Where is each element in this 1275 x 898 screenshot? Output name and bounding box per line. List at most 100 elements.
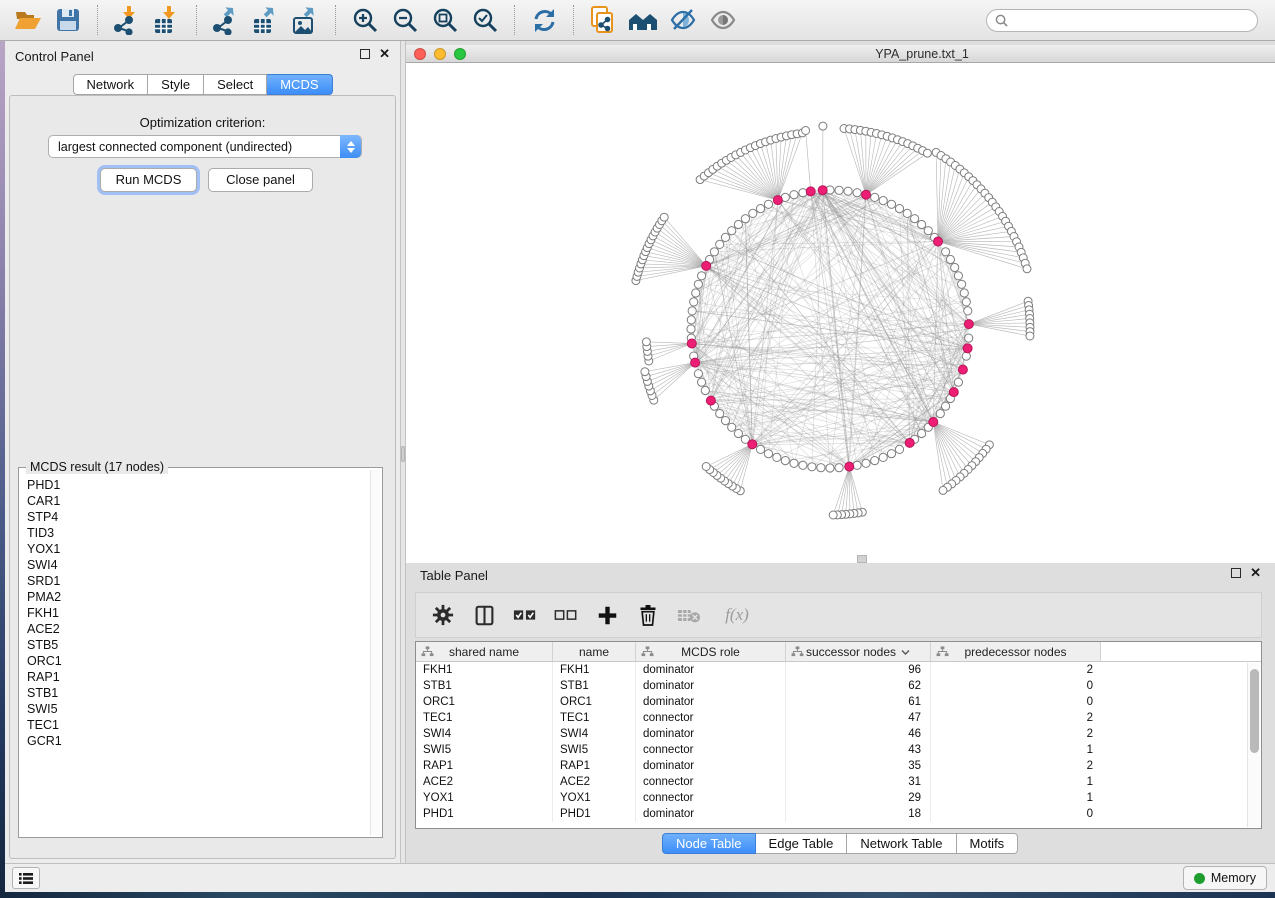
mcds-hub-node[interactable] bbox=[691, 358, 700, 367]
window-close-icon[interactable] bbox=[414, 48, 426, 60]
graph-node[interactable] bbox=[687, 325, 695, 333]
mcds-result-item[interactable]: TID3 bbox=[27, 525, 382, 541]
graph-node[interactable] bbox=[895, 205, 903, 213]
table-cell[interactable]: 29 bbox=[786, 790, 931, 806]
table-cell[interactable]: ORC1 bbox=[416, 694, 553, 710]
table-cell[interactable]: 47 bbox=[786, 710, 931, 726]
table-cell[interactable]: 31 bbox=[786, 774, 931, 790]
mcds-result-item[interactable]: STP4 bbox=[27, 509, 382, 525]
graph-node[interactable] bbox=[756, 445, 764, 453]
table-cell[interactable]: 0 bbox=[931, 806, 1101, 822]
graph-node[interactable] bbox=[887, 450, 895, 458]
table-cell[interactable]: 2 bbox=[931, 758, 1101, 774]
graph-node[interactable] bbox=[826, 464, 834, 472]
leaf-node[interactable] bbox=[939, 486, 947, 494]
table-row[interactable]: TEC1TEC1connector472 bbox=[416, 710, 1261, 726]
column-header-successor-nodes[interactable]: successor nodes bbox=[786, 642, 931, 661]
hide-eye-icon[interactable] bbox=[667, 4, 699, 36]
deselect-all-icon[interactable] bbox=[553, 602, 579, 628]
graph-node[interactable] bbox=[962, 298, 970, 306]
mcds-hub-node[interactable] bbox=[806, 187, 815, 196]
table-cell[interactable]: 18 bbox=[786, 806, 931, 822]
float-table-panel-icon[interactable] bbox=[1231, 568, 1241, 578]
table-row[interactable]: ORC1ORC1dominator610 bbox=[416, 694, 1261, 710]
table-cell[interactable]: connector bbox=[636, 742, 786, 758]
tab-network-table[interactable]: Network Table bbox=[847, 833, 956, 854]
network-canvas[interactable] bbox=[406, 63, 1275, 563]
graph-node[interactable] bbox=[918, 220, 926, 228]
mcds-hub-node[interactable] bbox=[964, 320, 973, 329]
network-graph[interactable] bbox=[406, 63, 1275, 563]
close-panel-button[interactable]: Close panel bbox=[208, 168, 313, 192]
graph-node[interactable] bbox=[781, 457, 789, 465]
table-cell[interactable]: 35 bbox=[786, 758, 931, 774]
refresh-icon[interactable] bbox=[528, 4, 560, 36]
graph-node[interactable] bbox=[946, 255, 954, 263]
mcds-result-item[interactable]: TEC1 bbox=[27, 717, 382, 733]
table-cell[interactable]: 0 bbox=[931, 694, 1101, 710]
graph-node[interactable] bbox=[924, 227, 932, 235]
graph-node[interactable] bbox=[764, 450, 772, 458]
graph-node[interactable] bbox=[942, 248, 950, 256]
leaf-node[interactable] bbox=[702, 463, 710, 471]
mcds-hub-node[interactable] bbox=[949, 388, 958, 397]
optimization-select[interactable]: largest connected component (undirected) bbox=[48, 135, 362, 158]
graph-node[interactable] bbox=[835, 186, 843, 194]
graph-node[interactable] bbox=[965, 334, 973, 342]
table-cell[interactable]: 1 bbox=[931, 774, 1101, 790]
table-row[interactable]: PHD1PHD1dominator180 bbox=[416, 806, 1261, 822]
graph-node[interactable] bbox=[728, 423, 736, 431]
mcds-hub-node[interactable] bbox=[706, 396, 715, 405]
mcds-result-item[interactable]: STB1 bbox=[27, 685, 382, 701]
table-cell[interactable]: ACE2 bbox=[416, 774, 553, 790]
mcds-hub-node[interactable] bbox=[905, 438, 914, 447]
graph-node[interactable] bbox=[853, 461, 861, 469]
clone-network-icon[interactable] bbox=[587, 4, 619, 36]
export-table-icon[interactable] bbox=[250, 4, 282, 36]
mcds-hub-node[interactable] bbox=[702, 261, 711, 270]
table-cell[interactable]: SWI5 bbox=[553, 742, 636, 758]
graph-node[interactable] bbox=[844, 187, 852, 195]
mcds-result-item[interactable]: RAP1 bbox=[27, 669, 382, 685]
graph-node[interactable] bbox=[951, 263, 959, 271]
table-cell[interactable]: SWI4 bbox=[553, 726, 636, 742]
mcds-result-item[interactable]: ACE2 bbox=[27, 621, 382, 637]
mcds-hub-node[interactable] bbox=[934, 237, 943, 246]
graph-node[interactable] bbox=[799, 461, 807, 469]
mcds-hub-node[interactable] bbox=[929, 418, 938, 427]
leaf-node[interactable] bbox=[641, 368, 649, 376]
table-cell[interactable]: 0 bbox=[931, 678, 1101, 694]
mcds-result-item[interactable]: YOX1 bbox=[27, 541, 382, 557]
column-header-name[interactable]: name bbox=[553, 642, 636, 661]
run-mcds-button[interactable]: Run MCDS bbox=[100, 168, 197, 192]
table-cell[interactable]: 2 bbox=[931, 662, 1101, 678]
table-row[interactable]: SWI4SWI4dominator462 bbox=[416, 726, 1261, 742]
graph-node[interactable] bbox=[690, 298, 698, 306]
import-network-icon[interactable] bbox=[111, 4, 143, 36]
table-cell[interactable]: 2 bbox=[931, 710, 1101, 726]
mcds-hub-node[interactable] bbox=[845, 462, 854, 471]
table-cell[interactable]: PHD1 bbox=[553, 806, 636, 822]
table-scrollbar-thumb[interactable] bbox=[1250, 669, 1259, 753]
leaf-node[interactable] bbox=[642, 338, 650, 346]
tab-motifs[interactable]: Motifs bbox=[957, 833, 1019, 854]
graph-node[interactable] bbox=[773, 453, 781, 461]
graph-node[interactable] bbox=[734, 429, 742, 437]
tab-style[interactable]: Style bbox=[148, 74, 204, 95]
leaf-node[interactable] bbox=[819, 122, 827, 130]
graph-node[interactable] bbox=[698, 378, 706, 386]
graph-node[interactable] bbox=[871, 457, 879, 465]
graph-node[interactable] bbox=[728, 227, 736, 235]
delete-column-icon[interactable] bbox=[635, 602, 661, 628]
window-minimize-icon[interactable] bbox=[434, 48, 446, 60]
window-zoom-icon[interactable] bbox=[454, 48, 466, 60]
graph-node[interactable] bbox=[911, 215, 919, 223]
table-cell[interactable]: connector bbox=[636, 790, 786, 806]
leaf-node[interactable] bbox=[1023, 265, 1031, 273]
graph-node[interactable] bbox=[687, 316, 695, 324]
table-cell[interactable]: RAP1 bbox=[553, 758, 636, 774]
table-cell[interactable]: TEC1 bbox=[553, 710, 636, 726]
table-cell[interactable]: 46 bbox=[786, 726, 931, 742]
mcds-result-item[interactable]: SWI4 bbox=[27, 557, 382, 573]
graph-node[interactable] bbox=[954, 378, 962, 386]
